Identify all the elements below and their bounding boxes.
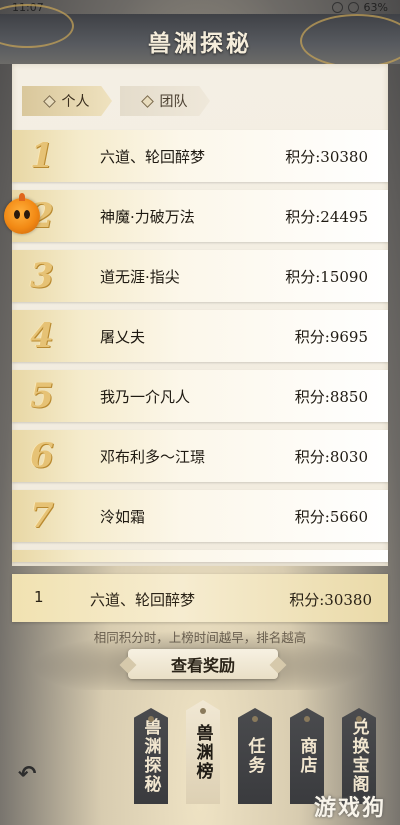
player-score: 积分:8850	[294, 387, 368, 406]
nav-tag-explore[interactable]: 兽渊探秘	[134, 708, 168, 804]
leaderboard-row: 7 泠如霜 积分:5660	[12, 490, 388, 542]
player-name: 道无涯·指尖	[100, 267, 180, 286]
rank-number: 3	[30, 256, 54, 296]
tag-hole-icon	[200, 708, 206, 714]
my-rank-bar: 1 六道、轮回醉梦 积分:30380	[12, 574, 388, 622]
nav-tag-label: 任务	[244, 737, 265, 775]
player-name: 我乃一介凡人	[100, 387, 191, 406]
my-player-score: 积分:30380	[289, 591, 372, 609]
leaderboard-row: 2 神魔·力破万法 积分:24495	[12, 190, 388, 242]
tab-label: 个人	[61, 94, 90, 110]
player-score: 积分:15090	[285, 267, 368, 286]
nav-tag-label: 兽渊探秘	[140, 718, 161, 794]
leaderboard-row: 1 六道、轮回醉梦 积分:30380	[12, 130, 388, 182]
nav-tag-label: 商店	[296, 737, 317, 775]
leaderboard-row: 6 邓布利多～江璟 积分:8030	[12, 430, 388, 482]
watermark-logo: 游戏狗	[313, 795, 386, 821]
my-player-name: 六道、轮回醉梦	[90, 591, 196, 609]
pumpkin-stem	[19, 193, 25, 201]
leaderboard-row: 4 屠乂夫 积分:9695	[12, 310, 388, 362]
rank-number: 5	[30, 376, 54, 416]
player-name: 屠乂夫	[100, 327, 146, 346]
tag-hole-icon	[356, 716, 362, 722]
diamond-icon	[42, 94, 56, 108]
nav-tag-label: 兽渊榜	[192, 723, 213, 781]
page-title: 兽渊探秘	[148, 30, 252, 57]
rank-number: 1	[30, 136, 54, 176]
player-name: 邓布利多～江璟	[100, 447, 206, 466]
my-rank-number: 1	[34, 588, 44, 606]
status-icons: 63%	[331, 0, 388, 14]
diamond-icon	[140, 94, 154, 108]
tag-hole-icon	[304, 716, 310, 722]
rank-number: 6	[30, 436, 54, 476]
player-name: 泠如霜	[100, 507, 146, 526]
rank-number: 7	[30, 496, 54, 536]
player-name: 六道、轮回醉梦	[100, 147, 206, 166]
player-score: 积分:5660	[294, 507, 368, 526]
tag-hole-icon	[252, 716, 258, 722]
wifi-icon	[347, 1, 359, 13]
rank-number: 4	[30, 316, 54, 356]
player-score: 积分:30380	[285, 147, 368, 166]
player-name: 神魔·力破万法	[100, 207, 195, 226]
player-score: 积分:9695	[294, 327, 368, 346]
pumpkin-assistant-icon[interactable]	[4, 193, 40, 234]
leaderboard-row: 3 道无涯·指尖 积分:15090	[12, 250, 388, 302]
view-rewards-button[interactable]: 查看奖励	[128, 649, 278, 679]
nav-tag-leaderboard[interactable]: 兽渊榜	[186, 700, 220, 804]
tab-bar: 个人 团队	[22, 86, 210, 116]
battery-level: 63%	[363, 0, 388, 14]
signal-icon	[331, 1, 343, 13]
leaderboard-row-partial	[12, 550, 388, 562]
tag-hole-icon	[148, 716, 154, 722]
nav-tag-tasks[interactable]: 任务	[238, 708, 272, 804]
tab-personal[interactable]: 个人	[22, 86, 112, 116]
nav-tag-label: 兑换宝阁	[348, 718, 369, 794]
back-arrow-icon[interactable]: ↶	[18, 762, 48, 787]
leaderboard-panel: 个人 团队 1 六道、轮回醉梦 积分:30380 2 神魔·力破万法 积分:24…	[12, 64, 388, 566]
tab-label: 团队	[159, 94, 188, 110]
leaderboard-row: 5 我乃一介凡人 积分:8850	[12, 370, 388, 422]
tab-team[interactable]: 团队	[120, 86, 210, 116]
ranking-rule-hint: 相同积分时，上榜时间越早，排名越高	[93, 630, 307, 645]
player-score: 积分:24495	[285, 207, 368, 226]
player-score: 积分:8030	[294, 447, 368, 466]
